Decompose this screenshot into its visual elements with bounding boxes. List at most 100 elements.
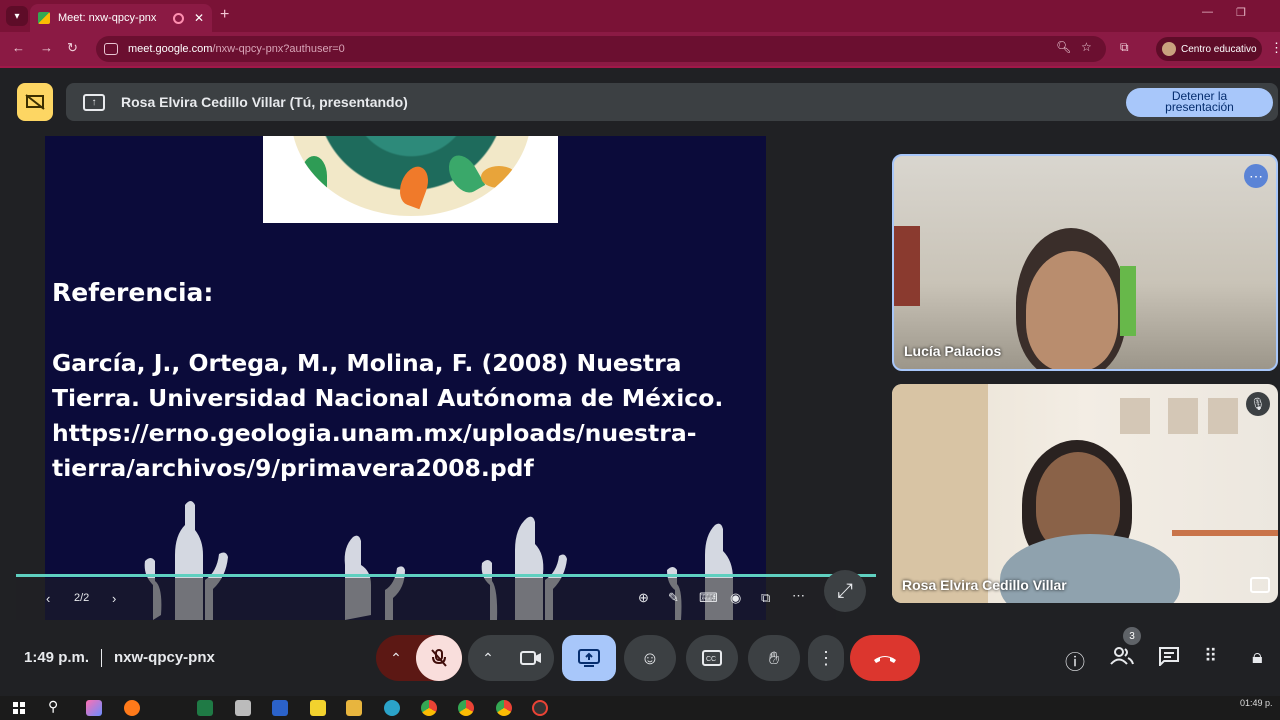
desk [1172,530,1278,536]
word-icon[interactable] [272,700,288,716]
people-count-badge: 3 [1123,627,1141,645]
next-slide-icon[interactable]: › [112,591,116,606]
zoom-icon[interactable]: 🔍︎ [1056,40,1071,54]
close-tab-icon[interactable]: ✕ [194,11,204,25]
illustration-leaf [301,156,327,196]
illustration-leaf [442,150,486,198]
extensions-icon[interactable]: ⧉ [1120,40,1129,55]
reactions-button[interactable]: ☺ [624,635,676,681]
browser-tab[interactable]: Meet: nxw-qpcy-pnx ✕ [30,4,212,32]
minimize-window-icon[interactable]: — [1202,6,1213,18]
windows-start-icon[interactable] [13,702,25,714]
camera-button[interactable] [508,650,554,666]
video-options-chevron-icon[interactable]: ⌃ [468,650,508,667]
reload-button[interactable]: ↻ [67,40,78,56]
recording-app-icon[interactable] [532,700,548,716]
svg-text:CC: CC [706,656,716,663]
recording-indicator-icon [172,12,184,24]
previous-slide-icon[interactable]: ‹ [46,591,50,606]
leave-call-button[interactable] [850,635,920,681]
host-controls-lock-icon[interactable]: 🔒︎ [1252,646,1263,669]
forward-button[interactable]: → [40,40,53,55]
tray-time: 01:49 p. [1240,698,1273,708]
annotate-pen-icon[interactable]: ✎ [668,590,679,606]
presenting-status-pill: ↑ Rosa Elvira Cedillo Villar (Tú, presen… [66,83,1278,121]
wall-frame [1168,398,1198,434]
chrome-active-icon[interactable] [496,700,512,716]
more-options-button[interactable]: ⋮ [808,635,844,681]
participant-name: Rosa Elvira Cedillo Villar [902,577,1067,593]
mic-off-button[interactable] [416,635,462,681]
slide-progress-bar [16,574,876,577]
firefox-icon[interactable] [124,700,140,716]
fullscreen-button[interactable]: ⤢ [824,570,866,612]
sticky-notes-icon[interactable] [310,700,326,716]
more-vert-icon: ⋮ [817,647,835,668]
presenting-text: Rosa Elvira Cedillo Villar (Tú, presenta… [121,94,408,110]
camera-control-group: ⌃ [468,635,554,681]
back-button[interactable]: ← [12,40,25,55]
mic-control-group: ⌃ [376,635,462,681]
slide-illustration [263,136,558,223]
present-screen-icon [578,649,600,667]
tab-title: Meet: nxw-qpcy-pnx [58,12,157,24]
broadcast-icon[interactable]: ◉ [730,590,741,606]
excel-icon[interactable] [197,700,213,716]
edge-icon[interactable] [384,700,400,716]
chat-icon[interactable] [1158,646,1180,672]
muted-mic-icon: 🎙︎ [1246,392,1270,416]
chrome-icon[interactable] [458,700,474,716]
present-now-button[interactable] [562,635,616,681]
hand-icon: ✋︎ [768,647,780,668]
meeting-details-icon[interactable]: ⓘ [1065,646,1085,675]
stop-presenting-button[interactable]: Detener la presentación [1126,88,1273,117]
participant-face [1026,251,1118,369]
background-object [894,226,920,306]
present-screen-icon: ↑ [83,93,105,111]
bookmark-star-icon[interactable]: ☆ [1081,40,1092,54]
participant-tile[interactable]: ⋯ Lucía Palacios [892,154,1278,371]
browser-toolbar: ← → ↻ meet.google.com /nxw-qpcy-pnx?auth… [0,32,1280,66]
slide-reference-text: García, J., Ortega, M., Molina, F. (2008… [52,349,724,482]
search-icon[interactable]: ⚲ [48,698,58,715]
captions-button[interactable]: CC [686,635,738,681]
expand-icon: ⤢ [837,579,853,602]
slide-controls-bar: ‹ 2/2 › ⊕ ✎ ⌨ ◉ ⧉ ⋯ [16,578,836,620]
captions-icon: CC [702,650,722,666]
slide-page-indicator: 2/2 [74,592,90,604]
activities-apps-icon[interactable]: ⠿ [1204,646,1217,667]
calculator-icon[interactable] [235,700,251,716]
new-tab-button[interactable]: + [220,6,229,24]
background-shelf [892,384,988,603]
picture-in-picture-icon[interactable]: ⧉ [761,590,770,606]
avatar [1162,42,1176,56]
site-info-icon[interactable] [104,43,118,55]
file-explorer-icon[interactable] [346,700,362,716]
meeting-time: 1:49 p.m. [24,649,90,666]
maximize-window-icon[interactable]: ❐ [1236,6,1246,19]
people-glyph [1110,647,1134,665]
address-bar[interactable]: meet.google.com /nxw-qpcy-pnx?authuser=0 [96,36,1106,62]
url-path: /nxw-qpcy-pnx?authuser=0 [212,43,345,55]
zoom-in-icon[interactable]: ⊕ [638,590,649,606]
keyboard-icon[interactable]: ⌨ [699,590,718,606]
participant-more-options-icon[interactable]: ⋯ [1244,164,1268,188]
hide-presentation-button[interactable] [17,83,53,121]
tab-search-button[interactable]: ▾ [6,6,28,26]
chrome-icon[interactable] [421,700,437,716]
participant-tile-self[interactable]: 🎙︎ Rosa Elvira Cedillo Villar [892,384,1278,603]
hang-up-icon [874,656,896,663]
browser-menu-icon[interactable]: ⋮ [1270,40,1280,56]
profile-button[interactable]: Centro educativo [1156,37,1262,61]
illustration-circle [291,136,531,216]
raise-hand-button[interactable]: ✋︎ [748,635,800,681]
participant-name: Lucía Palacios [904,343,1002,359]
more-slide-options-icon[interactable]: ⋯ [792,588,805,604]
slide: Referencia: García, J., Ortega, M., Moli… [45,136,766,620]
copilot-icon[interactable] [86,700,102,716]
people-icon[interactable] [1110,646,1134,672]
audio-options-chevron-icon[interactable]: ⌃ [376,650,416,667]
meeting-code: nxw-qpcy-pnx [114,649,215,666]
pip-icon[interactable] [1250,577,1270,593]
url-host: meet.google.com [128,43,213,55]
